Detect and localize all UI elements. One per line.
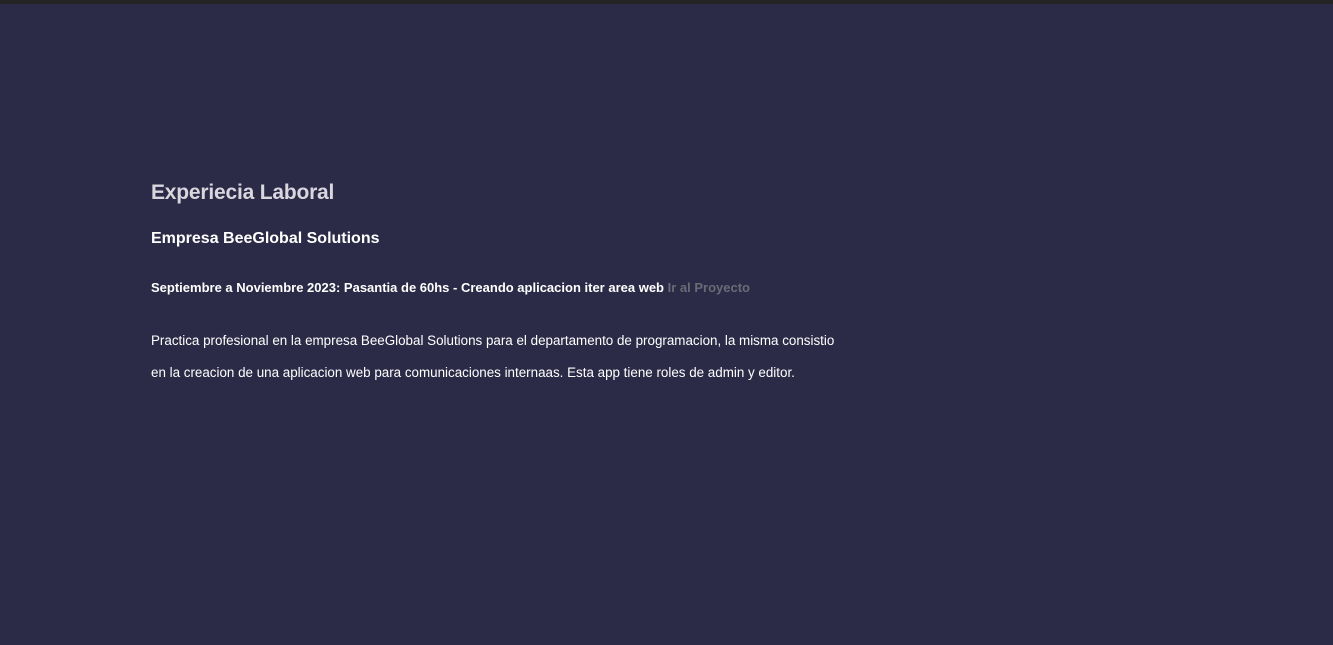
company-name: Empresa BeeGlobal Solutions bbox=[151, 230, 380, 247]
description-line: en la creacion de una aplicacion web par… bbox=[151, 365, 795, 380]
section-title: Experiecia Laboral bbox=[151, 181, 335, 204]
job-description: Practica profesional en la empresa BeeGl… bbox=[151, 325, 911, 389]
top-border-strip bbox=[0, 0, 1333, 4]
job-summary-text: Septiembre a Noviembre 2023: Pasantia de… bbox=[151, 280, 664, 295]
description-line: Practica profesional en la empresa BeeGl… bbox=[151, 333, 835, 348]
job-summary: Septiembre a Noviembre 2023: Pasantia de… bbox=[151, 279, 911, 297]
work-experience-section: Experiecia Laboral Empresa BeeGlobal Sol… bbox=[151, 178, 911, 389]
project-link[interactable]: Ir al Proyecto bbox=[668, 280, 750, 295]
